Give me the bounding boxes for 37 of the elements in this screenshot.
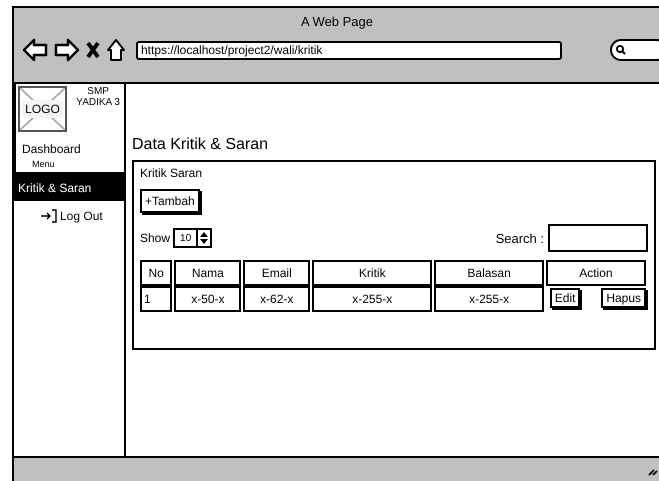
- school-name: YADIKA 3: [76, 97, 120, 108]
- forward-icon[interactable]: [54, 38, 80, 62]
- school-name: SMP: [86, 86, 110, 97]
- address-bar[interactable]: https://localhost/project2/wali/kritik: [136, 40, 562, 60]
- table-cell: x-50-x: [174, 286, 242, 312]
- table-cell: 1: [140, 286, 172, 312]
- sidebar-item[interactable]: Dashboard: [18, 142, 122, 156]
- logout-link[interactable]: Log Out: [14, 209, 124, 223]
- search-field[interactable]: [548, 224, 648, 252]
- edit-button[interactable]: Edit: [550, 288, 580, 308]
- column-header: Balasan: [434, 260, 544, 286]
- panel-title: Kritik Saran: [140, 166, 204, 180]
- logout-icon: [40, 209, 58, 223]
- search-field[interactable]: [610, 39, 659, 61]
- search-icon: [616, 45, 626, 55]
- table-cell: x-255-x: [312, 286, 432, 312]
- home-icon[interactable]: [106, 38, 126, 62]
- page-title: Data Kritik & Saran: [132, 136, 270, 155]
- show-label: Show: [140, 231, 170, 245]
- column-header: Nama: [174, 260, 242, 286]
- menu-label: Menu: [31, 159, 56, 169]
- close-icon[interactable]: [86, 41, 100, 59]
- window-title: A Web Page: [300, 13, 374, 28]
- back-icon[interactable]: [22, 38, 48, 62]
- sidebar-item[interactable]: Kritik & Saran: [14, 174, 124, 201]
- spinner-arrows-icon: [200, 231, 208, 245]
- page-size-spinner[interactable]: 10: [173, 228, 212, 248]
- logo-text: LOGO: [22, 100, 63, 118]
- search-label: Search :: [496, 230, 544, 246]
- column-header: Action: [546, 260, 646, 286]
- column-header: Kritik: [312, 260, 432, 286]
- column-header: Email: [243, 260, 310, 286]
- table-cell: x-255-x: [434, 286, 544, 312]
- add-button[interactable]: +Tambah: [140, 189, 200, 213]
- table-cell: x-62-x: [243, 286, 310, 312]
- column-header: No: [140, 260, 172, 286]
- delete-button[interactable]: Hapus: [601, 288, 646, 308]
